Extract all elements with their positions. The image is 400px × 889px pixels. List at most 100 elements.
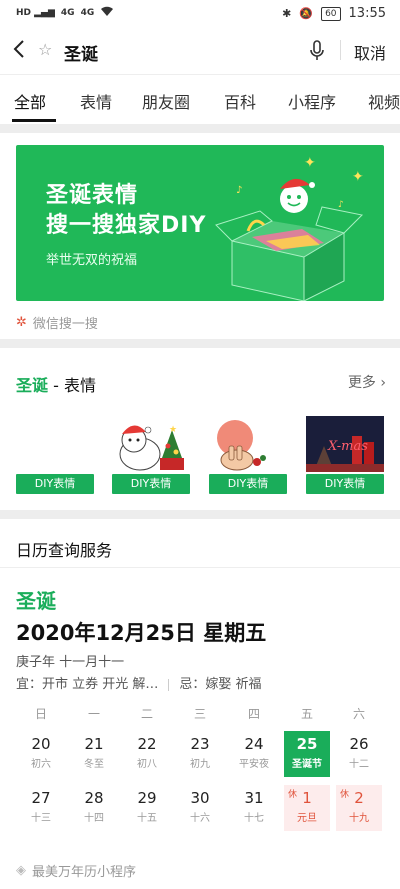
tab-stickers[interactable]: 表情 — [80, 89, 112, 113]
sponsor-line[interactable]: ✲ 微信搜一搜 — [16, 313, 98, 332]
more-label: 更多 — [347, 375, 376, 391]
auspicious-activities: 宜：开市 立券 开光 解… — [16, 677, 159, 692]
calendar-day[interactable]: 23 初九 — [177, 731, 223, 777]
sticker-item[interactable]: DIY表情 — [209, 416, 287, 496]
cancel-button[interactable]: 取消 — [354, 40, 386, 64]
battery-level: 60 — [321, 6, 341, 21]
svg-text:✦: ✦ — [352, 169, 364, 185]
day-sublabel: 初九 — [190, 759, 210, 770]
day-sublabel: 十四 — [84, 813, 104, 824]
day-number: 23 — [190, 735, 210, 753]
wifi-icon — [100, 6, 114, 20]
chevron-right-icon: › — [380, 375, 386, 391]
day-number: 25 — [296, 735, 318, 753]
day-sublabel: 平安夜 — [239, 759, 269, 770]
calendar-day[interactable]: 20 初六 — [18, 731, 64, 777]
day-sublabel: 十七 — [244, 813, 264, 824]
lunar-date: 庚子年 十一月十一 — [16, 655, 125, 670]
divider — [0, 567, 400, 568]
calendar-day[interactable]: 24 平安夜 — [231, 731, 277, 777]
gregorian-date: 2020年12月25日 星期五 — [16, 621, 267, 645]
promo-banner[interactable]: 圣诞表情 搜一搜独家DIY 举世无双的祝福 ✦ ✦ ♪ ♪ — [16, 145, 384, 301]
search-divider — [340, 40, 341, 60]
sticker-item[interactable]: DIY表情 — [16, 416, 94, 496]
calendar-day[interactable]: 休 1 元旦 — [284, 785, 330, 831]
day-sublabel: 冬至 — [84, 759, 104, 770]
chevron-left-icon — [13, 40, 24, 58]
calendar-day[interactable]: 28 十四 — [71, 785, 117, 831]
calendar-mini-program-link[interactable]: ◈ 最美万年历小程序 — [16, 861, 136, 880]
status-bar: HD ▂▄▆ 4G 4G ✱ 🔕 60 13:55 — [0, 0, 400, 28]
sticker-label: DIY表情 — [209, 474, 287, 494]
yi-ji-line: 宜：开市 立券 开光 解… 忌：嫁娶 祈福 — [16, 673, 262, 692]
calendar-day[interactable]: 29 十五 — [124, 785, 170, 831]
day-number: 26 — [349, 735, 369, 753]
sticker-section: 圣诞 - 表情 更多 › DIY表情 ★ DIY表情 DIY表情 X-mas D… — [0, 348, 400, 510]
day-sublabel: 十六 — [190, 813, 210, 824]
day-sublabel: 元旦 — [297, 813, 317, 824]
inauspicious-activities: 忌：嫁娶 祈福 — [179, 677, 262, 692]
tab-videos[interactable]: 视频 — [368, 89, 400, 113]
day-number: 28 — [84, 789, 104, 807]
sticker-image-blank — [16, 416, 94, 472]
sticker-label: DIY表情 — [112, 474, 190, 494]
day-number: 29 — [137, 789, 157, 807]
calendar-card: 日历查询服务 圣诞 2020年12月25日 星期五 庚子年 十一月十一 宜：开市… — [0, 519, 400, 889]
svg-text:✦: ✦ — [304, 155, 316, 171]
day-number: 30 — [190, 789, 210, 807]
back-button[interactable] — [10, 38, 34, 62]
search-star-icon: ☆ — [38, 40, 53, 59]
mute-icon: 🔕 — [299, 7, 314, 20]
tab-wiki[interactable]: 百科 — [224, 89, 256, 113]
sticker-overlay-text: X-mas — [327, 439, 368, 454]
calendar-day[interactable]: 30 十六 — [177, 785, 223, 831]
calendar-day[interactable]: 31 十七 — [231, 785, 277, 831]
weekday-label: 日 — [34, 707, 47, 721]
banner-title-2: 搜一搜独家DIY — [46, 213, 207, 238]
sticker-title-rest: - 表情 — [48, 376, 96, 395]
weekday-label: 三 — [193, 707, 206, 721]
rest-day-badge: 休 — [340, 790, 350, 800]
svg-text:★: ★ — [169, 425, 177, 435]
svg-text:♪: ♪ — [236, 185, 242, 196]
svg-text:♪: ♪ — [338, 200, 344, 210]
sticker-label: DIY表情 — [16, 474, 94, 494]
hd-signal-icon: HD ▂▄▆ — [16, 8, 55, 18]
day-sublabel: 十五 — [137, 813, 157, 824]
sticker-item[interactable]: ★ DIY表情 — [112, 416, 190, 496]
search-input[interactable]: 圣诞 — [64, 40, 98, 65]
day-number: 21 — [84, 735, 104, 753]
weekday-label: 六 — [352, 707, 365, 721]
sticker-item[interactable]: X-mas DIY表情 — [306, 416, 384, 496]
weekday-label: 二 — [140, 707, 153, 721]
calendar-day[interactable]: 休 2 十九 — [336, 785, 382, 831]
day-number: 20 — [31, 735, 51, 753]
calendar-day[interactable]: 26 十二 — [336, 731, 382, 777]
network-label-1: 4G — [60, 8, 75, 18]
gift-box-illustration: ✦ ✦ ♪ ♪ — [215, 155, 364, 301]
tab-mini-programs[interactable]: 小程序 — [288, 89, 336, 113]
day-sublabel: 初六 — [31, 759, 51, 770]
day-sublabel: 十九 — [349, 813, 369, 824]
mini-program-icon: ◈ — [16, 863, 26, 878]
calendar-day[interactable]: 21 冬至 — [71, 731, 117, 777]
weekday-label: 五 — [300, 707, 313, 721]
calendar-day[interactable]: 27 十三 — [18, 785, 64, 831]
day-number: 27 — [31, 789, 51, 807]
souyisou-logo-icon: ✲ — [16, 315, 27, 330]
tab-all[interactable]: 全部 — [14, 89, 46, 113]
sticker-title-highlight: 圣诞 — [16, 376, 49, 395]
sponsor-label: 微信搜一搜 — [32, 317, 98, 332]
day-number: 24 — [244, 735, 264, 753]
hands-sticker-image — [217, 420, 266, 471]
bluetooth-icon: ✱ — [282, 7, 292, 20]
day-number: 31 — [244, 789, 264, 807]
more-stickers-link[interactable]: 更多 › — [348, 372, 386, 392]
calendar-day[interactable]: 22 初八 — [124, 731, 170, 777]
microphone-icon[interactable] — [308, 40, 328, 62]
xmas-greeting-sticker-image: X-mas — [306, 416, 384, 472]
tab-moments[interactable]: 朋友圈 — [142, 89, 190, 113]
active-tab-indicator — [12, 119, 56, 122]
clock: 13:55 — [348, 6, 386, 21]
calendar-day[interactable]: 25 圣诞节 — [284, 731, 330, 777]
